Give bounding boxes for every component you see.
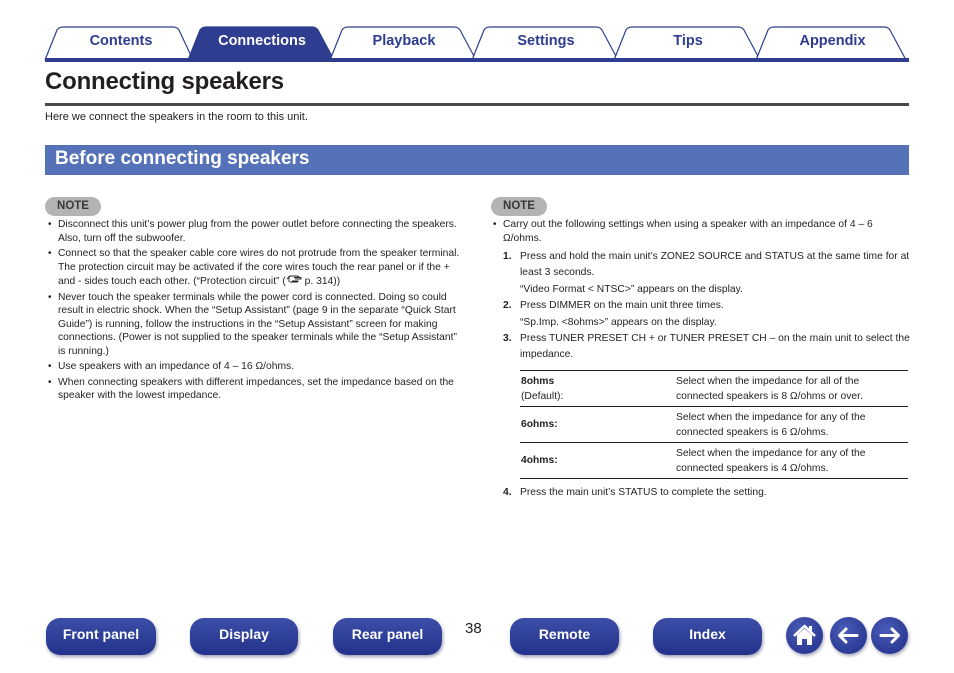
front-panel-button[interactable]: Front panel [46,618,156,655]
tab-settings[interactable]: Settings [471,26,620,61]
impedance-description: Select when the impedance for any of the… [676,406,908,443]
tab-tips[interactable]: Tips [613,26,762,61]
tab-contents[interactable]: Contents [44,26,197,61]
table-row: 6ohms: Select when the impedance for any… [520,406,908,443]
steps-list-continued: 4. Press the main unit’s STATUS to comple… [503,485,910,501]
forward-button[interactable] [871,617,908,654]
list-item: Never touch the speaker terminals while … [45,291,460,359]
page-number: 38 [465,620,482,637]
section-header: Before connecting speakers [45,145,909,175]
intro-text: Here we connect the speakers in the room… [45,111,308,123]
step-text: Press the main unit’s STATUS to complete… [520,487,767,498]
tab-appendix[interactable]: Appendix [755,26,909,61]
pointing-hand-icon [286,274,302,289]
remote-button[interactable]: Remote [510,618,619,655]
rear-panel-button[interactable]: Rear panel [333,618,442,655]
title-divider [45,103,909,106]
tab-connections[interactable]: Connections [187,26,336,61]
impedance-option: 4ohms: [521,455,558,466]
top-tab-bar: Contents Connections Playback Settings T… [44,26,909,62]
step-result: “Sp.Imp. <8ohms>” appears on the display… [520,317,717,328]
page-title: Connecting speakers [45,68,284,95]
list-item: Disconnect this unit’s power plug from t… [45,218,460,245]
table-row: 4ohms: Select when the impedance for any… [520,442,908,479]
note-badge-right: NOTE [491,197,547,216]
right-note-column: Carry out the following settings when us… [490,218,910,501]
step-item: 2. Press DIMMER on the main unit three ti… [503,298,910,330]
table-row: 8ohms (Default): Select when the impedanc… [520,370,908,407]
back-button[interactable] [830,617,867,654]
home-icon [793,624,816,645]
list-item: Connect so that the speaker cable core w… [45,247,460,289]
step-result: “Video Format < NTSC>” appears on the di… [520,284,743,295]
step-text: Press and hold the main unit’s ZONE2 SOU… [520,251,910,278]
step-text: Press TUNER PRESET CH + or TUNER PRESET … [520,333,910,360]
tab-playback[interactable]: Playback [329,26,478,61]
note-badge-left: NOTE [45,197,101,216]
step-text: Press DIMMER on the main unit three time… [520,300,724,311]
protection-circuit-page-link[interactable]: p. 314)) [302,276,341,287]
section-title: Before connecting speakers [55,148,310,169]
impedance-option: 8ohms [521,375,555,387]
index-button[interactable]: Index [653,618,762,655]
forward-arrow-icon [879,627,900,644]
impedance-default-note: (Default): [521,390,564,402]
right-note-list: Carry out the following settings when us… [490,218,910,245]
step-item: 4. Press the main unit’s STATUS to comple… [503,487,767,498]
step-item: 1. Press and hold the main unit’s ZONE2 S… [503,251,910,295]
impedance-option: 6ohms: [521,419,558,430]
list-item-text: Connect so that the speaker cable core w… [58,248,460,287]
list-item: Use speakers with an impedance of 4 – 16… [45,360,460,374]
display-button[interactable]: Display [190,618,298,655]
impedance-description: Select when the impedance for all of the… [676,370,908,407]
steps-list: 1. Press and hold the main unit’s ZONE2 S… [503,249,910,363]
left-note-column: Disconnect this unit’s power plug from t… [45,218,460,405]
list-item: When connecting speakers with different … [45,376,460,403]
back-arrow-icon [838,627,859,644]
impedance-description: Select when the impedance for any of the… [676,442,908,479]
left-note-list: Disconnect this unit’s power plug from t… [45,218,460,403]
home-button[interactable] [786,617,823,654]
step-item: 3. Press TUNER PRESET CH + or TUNER PRESE… [503,333,910,360]
list-item: Carry out the following settings when us… [490,218,910,245]
impedance-table: 8ohms (Default): Select when the impedanc… [520,370,908,479]
tab-bar-underline [45,58,909,62]
